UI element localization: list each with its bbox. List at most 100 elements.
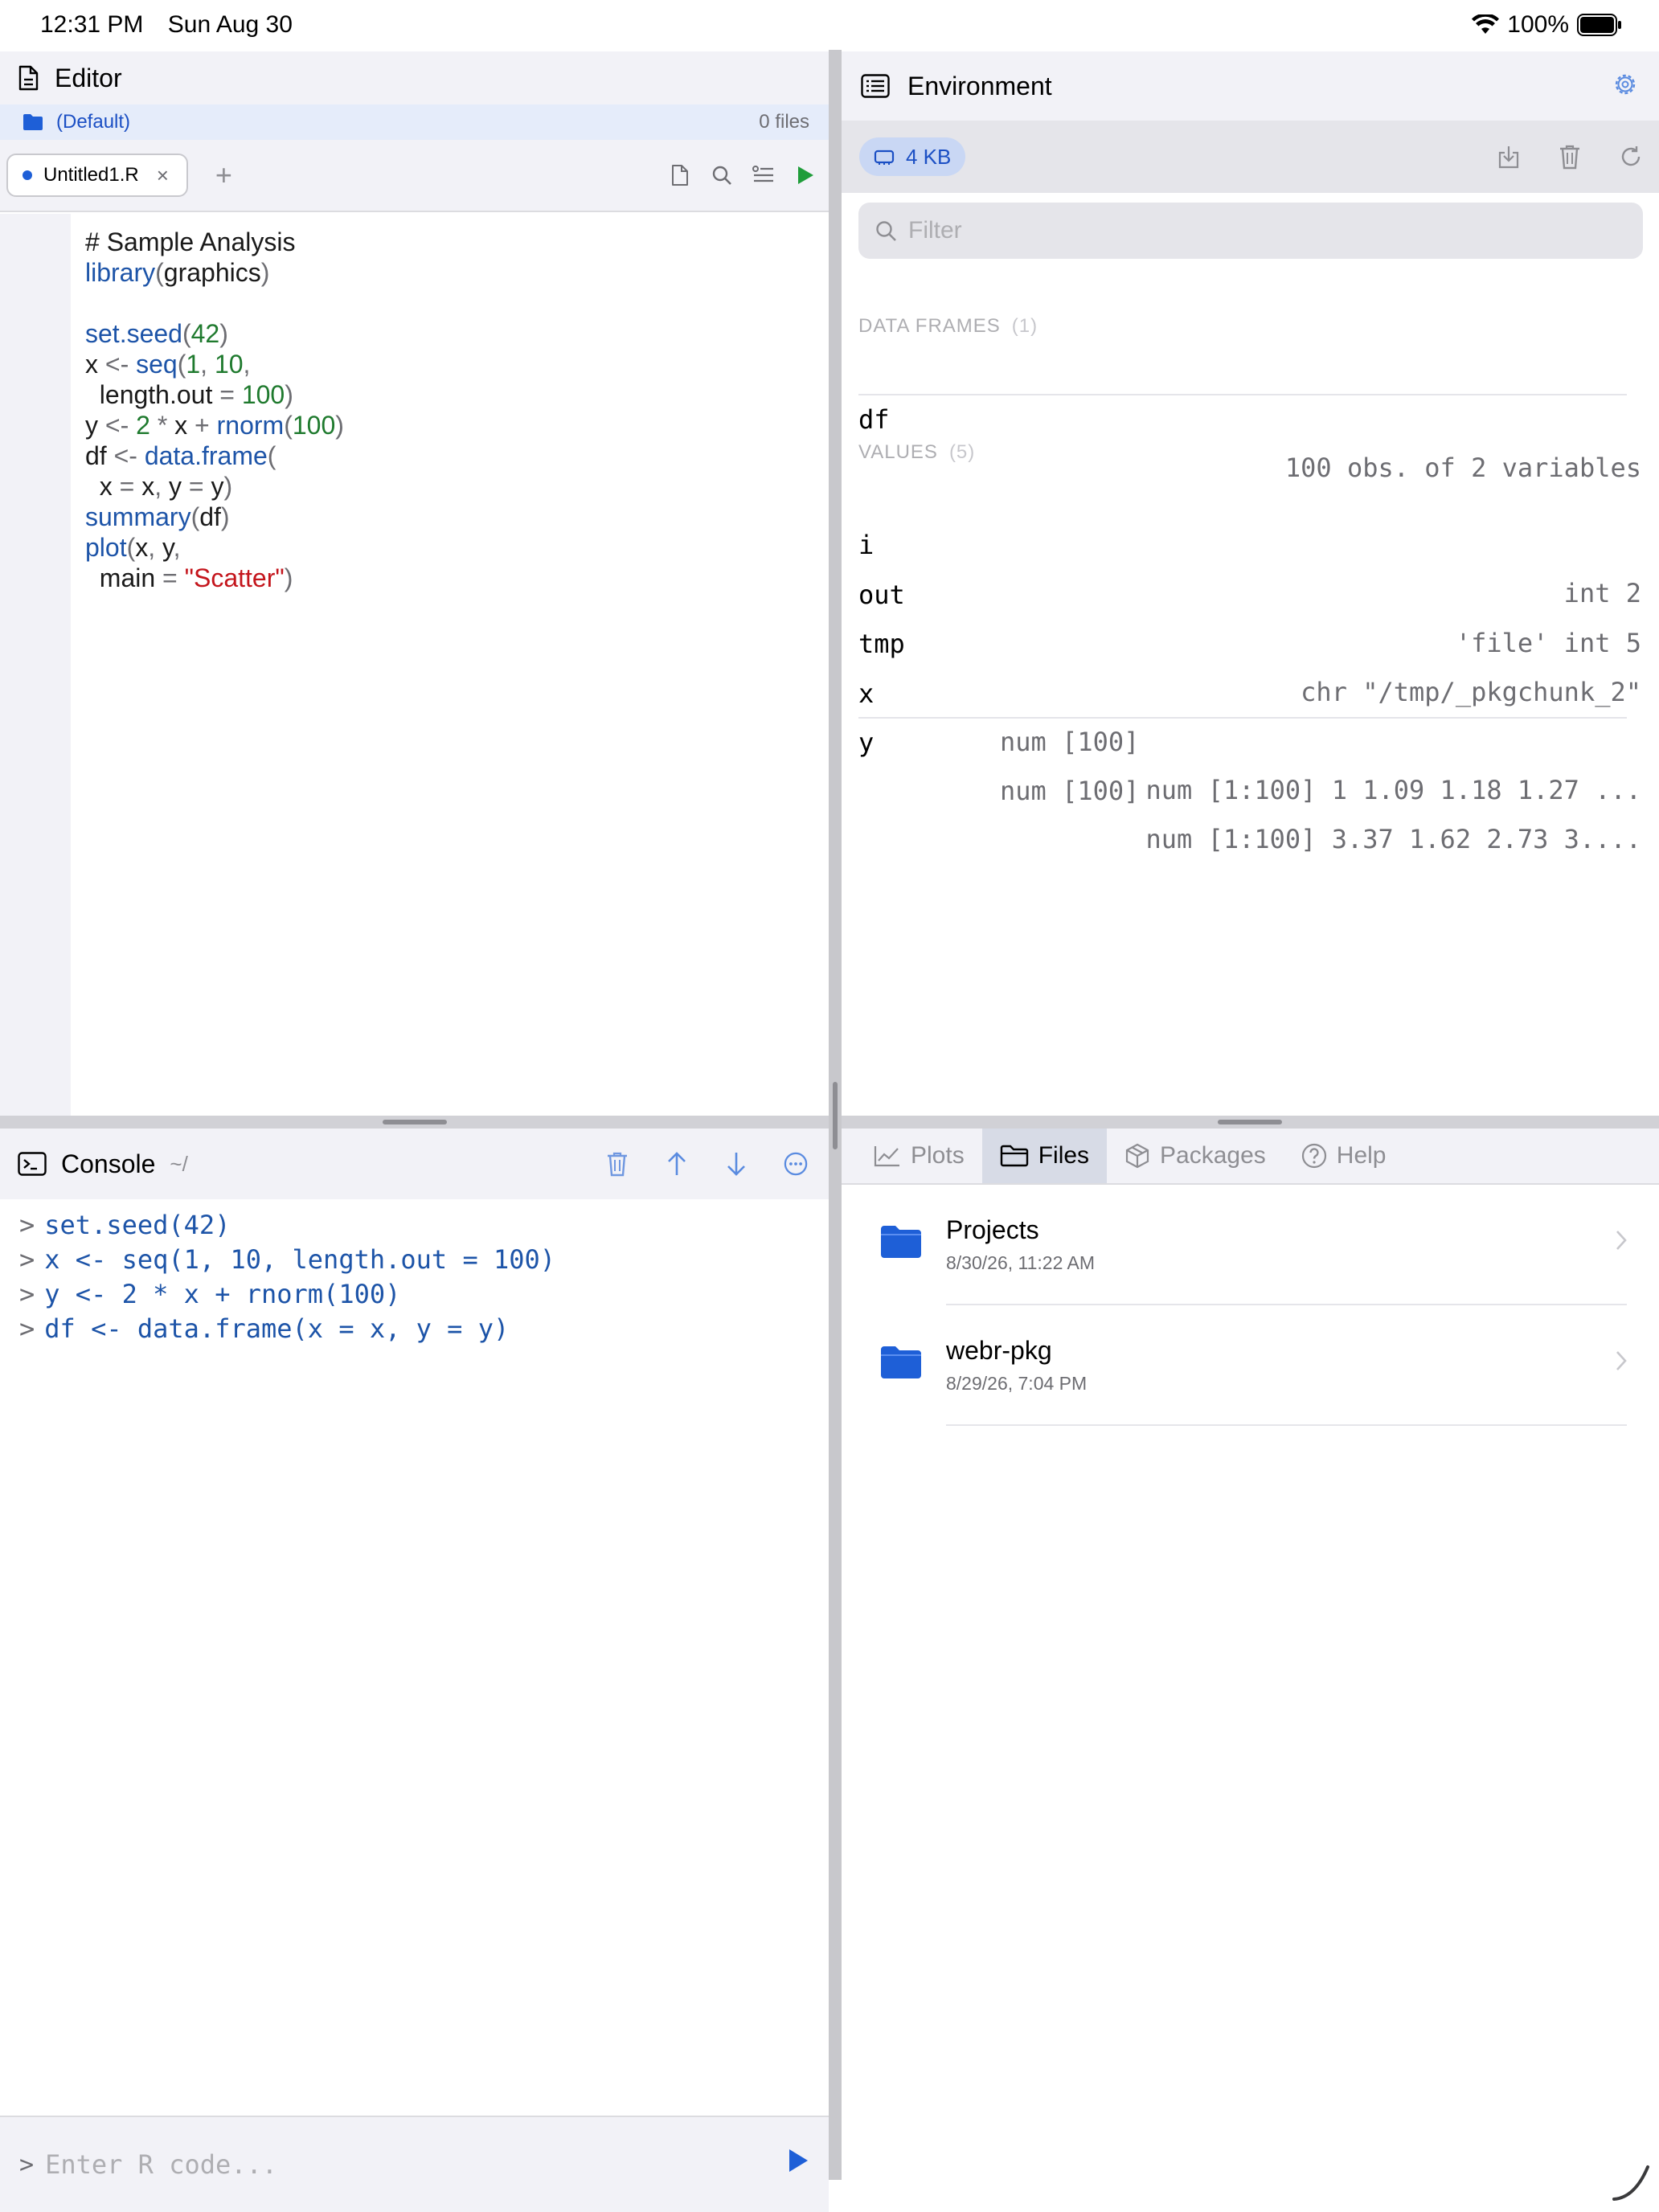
editor-console-resize-handle[interactable]	[383, 1120, 447, 1124]
tab-close-button[interactable]: ×	[157, 163, 169, 188]
pane-tab-bar: Plots Files Packages Help	[842, 1129, 1659, 1185]
editor-header: Editor	[0, 51, 829, 104]
project-selector[interactable]: (Default) 0 files	[0, 104, 829, 140]
ellipsis-circle-icon	[784, 1152, 808, 1176]
editor-tab-bar: Untitled1.R × +	[0, 140, 829, 212]
environment-toolbar: 4 KB	[842, 121, 1659, 193]
chevron-right-icon	[1616, 1231, 1627, 1250]
tab-plots[interactable]: Plots	[856, 1129, 982, 1183]
row-separator	[946, 1424, 1627, 1426]
env-row-out[interactable]: out 'file' int 5	[858, 522, 1641, 658]
editor-toolbar	[668, 163, 817, 187]
chevron-right-icon	[1616, 1351, 1627, 1370]
search-button[interactable]	[710, 163, 734, 187]
data-frames-section-header: DATA FRAMES (1)	[858, 315, 1038, 337]
history-down-button[interactable]	[724, 1152, 748, 1176]
console-more-button[interactable]	[784, 1152, 808, 1176]
outline-button[interactable]	[752, 163, 776, 187]
search-icon	[876, 221, 896, 241]
file-row-webr-pkg[interactable]: webr-pkg 8/29/26, 7:04 PM	[842, 1305, 1659, 1426]
console-title: Console	[61, 1149, 156, 1178]
console-toolbar	[605, 1152, 808, 1177]
run-command-button[interactable]	[787, 2148, 809, 2177]
trash-icon	[608, 1152, 627, 1177]
import-icon	[1498, 146, 1519, 169]
files-list: Projects 8/30/26, 11:22 AM webr-pkg 8/29…	[842, 1185, 1659, 2212]
environment-title: Environment	[907, 71, 1052, 100]
line-number-gutter	[0, 214, 71, 1116]
console-line: > set.seed(42)	[19, 1210, 231, 1240]
clear-console-button[interactable]	[605, 1152, 629, 1177]
package-box-icon	[1125, 1143, 1149, 1169]
project-name: (Default)	[56, 111, 131, 133]
environment-settings-button[interactable]	[1612, 72, 1638, 101]
file-icon	[672, 165, 688, 186]
file-name: Projects	[946, 1215, 1039, 1244]
tab-untitled1[interactable]: Untitled1.R ×	[6, 154, 188, 197]
file-modified-date: 8/30/26, 11:22 AM	[946, 1252, 1095, 1273]
run-script-button[interactable]	[793, 163, 817, 187]
new-file-button[interactable]	[668, 163, 692, 187]
status-time: 12:31 PM	[40, 11, 144, 38]
memory-chip-icon	[874, 150, 895, 165]
arrow-up-icon	[668, 1152, 686, 1175]
tab-packages[interactable]: Packages	[1107, 1129, 1284, 1183]
document-icon	[18, 65, 39, 91]
console-header: Console ~/	[0, 1129, 829, 1199]
console-line: > x <- seq(1, 10, length.out = 100)	[19, 1244, 556, 1275]
gear-icon	[1615, 74, 1636, 94]
refresh-icon	[1621, 146, 1641, 166]
question-circle-icon	[1301, 1143, 1326, 1169]
play-icon	[789, 2149, 808, 2172]
env-row-y[interactable]: y num [100] num [1:100] 3.37 1.62 2.73 3…	[858, 670, 1641, 854]
code-editor[interactable]: 1# Sample Analysis 2library(graphics) 3 …	[0, 214, 829, 1116]
search-icon	[712, 166, 731, 185]
list-icon	[861, 74, 890, 98]
environment-filter	[858, 203, 1643, 259]
filter-input[interactable]	[908, 217, 1600, 244]
console-line: > y <- 2 * x + rnorm(100)	[19, 1279, 401, 1309]
tab-label: Untitled1.R	[43, 164, 139, 186]
tab-files[interactable]: Files	[981, 1129, 1108, 1183]
unsaved-dot-icon	[23, 170, 32, 180]
row-separator	[858, 394, 1627, 395]
wifi-icon	[1472, 14, 1500, 34]
file-name: webr-pkg	[946, 1336, 1052, 1365]
split-view-resize-handle[interactable]	[833, 1082, 838, 1149]
environment-tools	[1497, 145, 1643, 170]
terminal-icon	[18, 1152, 47, 1176]
arrow-down-icon	[727, 1153, 745, 1176]
status-bar-datetime: 12:31 PM Sun Aug 30	[40, 11, 310, 39]
clear-environment-button[interactable]	[1558, 145, 1582, 170]
console-working-dir: ~/	[170, 1151, 188, 1176]
memory-usage-badge: 4 KB	[859, 137, 966, 176]
console-output[interactable]: > set.seed(42) > x <- seq(1, 10, length.ou…	[0, 1199, 829, 2116]
env-row-i[interactable]: i int 2	[858, 473, 1641, 608]
history-up-button[interactable]	[665, 1152, 689, 1176]
file-row-projects[interactable]: Projects 8/30/26, 11:22 AM	[842, 1185, 1659, 1305]
import-dataset-button[interactable]	[1497, 145, 1521, 169]
console-line: > df <- data.frame(x = x, y = y)	[19, 1313, 510, 1344]
battery-icon	[1577, 14, 1621, 36]
project-file-count: 0 files	[759, 111, 809, 133]
folder-icon	[881, 1346, 921, 1378]
env-files-resize-handle[interactable]	[1218, 1120, 1282, 1124]
values-section-header: VALUES (5)	[858, 441, 976, 463]
environment-header: Environment	[842, 51, 1659, 121]
new-tab-button[interactable]: +	[215, 158, 232, 192]
env-row-tmp[interactable]: tmp chr "/tmp/_pkgchunk_2"	[858, 571, 1641, 707]
tab-help[interactable]: Help	[1284, 1129, 1404, 1183]
console-input-prompt: >	[19, 2150, 35, 2179]
env-row-x[interactable]: x num [100] num [1:100] 1 1.09 1.18 1.27…	[858, 621, 1641, 805]
window-resize-grip-icon[interactable]	[1611, 2162, 1651, 2202]
memory-usage-value: 4 KB	[906, 144, 952, 169]
status-date: Sun Aug 30	[167, 11, 293, 38]
folder-icon	[881, 1226, 921, 1258]
refresh-environment-button[interactable]	[1619, 145, 1643, 169]
status-bar-indicators: 100%	[1472, 11, 1622, 39]
file-modified-date: 8/29/26, 7:04 PM	[946, 1373, 1088, 1394]
console-input[interactable]	[45, 2149, 753, 2180]
row-separator	[858, 717, 1627, 719]
env-row-df[interactable]: df 100 obs. of 2 variables	[858, 347, 1641, 483]
trash-icon	[1560, 145, 1579, 170]
